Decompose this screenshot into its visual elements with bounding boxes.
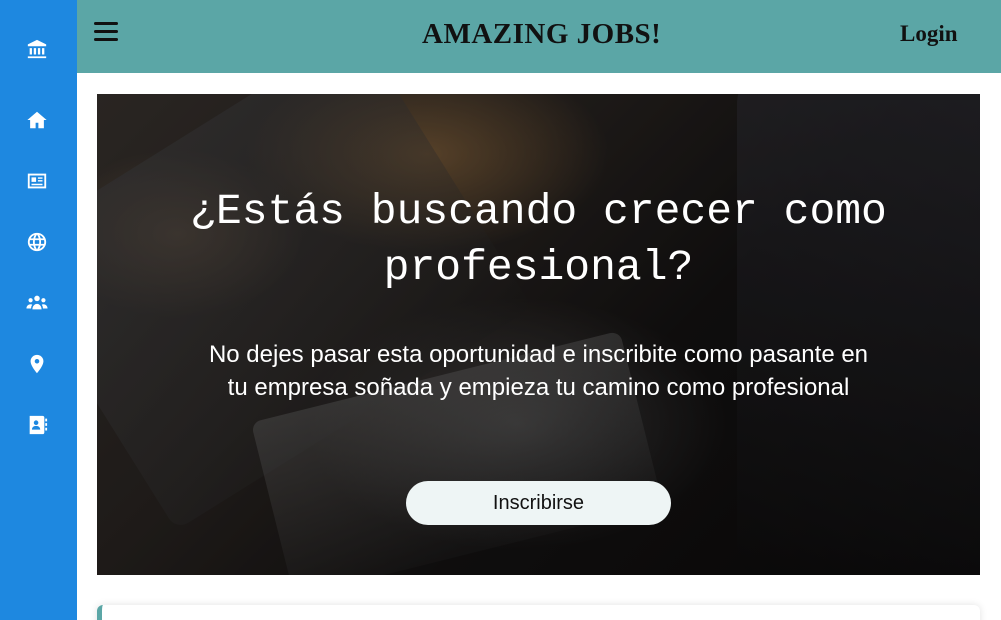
- map-pin-icon[interactable]: [24, 351, 50, 377]
- sidebar: [0, 0, 77, 620]
- globe-icon[interactable]: [24, 229, 50, 255]
- inscribirse-button[interactable]: Inscribirse: [406, 481, 671, 525]
- content-card: [97, 605, 980, 620]
- top-navbar: AMAZING JOBS! Login: [77, 0, 1001, 73]
- users-icon[interactable]: [24, 290, 50, 316]
- hero-description: No dejes pasar esta oportunidad e inscri…: [208, 341, 869, 401]
- bank-icon[interactable]: [24, 36, 50, 62]
- brand-title: AMAZING JOBS!: [422, 18, 662, 50]
- hero-title: ¿Estás buscando crecer como profesional?: [190, 187, 887, 292]
- login-link[interactable]: Login: [900, 21, 958, 47]
- address-book-icon[interactable]: [24, 412, 50, 438]
- hamburger-menu-icon[interactable]: [94, 22, 118, 44]
- home-icon[interactable]: [24, 107, 50, 133]
- id-card-icon[interactable]: [24, 168, 50, 194]
- hero-banner: ¿Estás buscando crecer como profesional?…: [97, 94, 980, 575]
